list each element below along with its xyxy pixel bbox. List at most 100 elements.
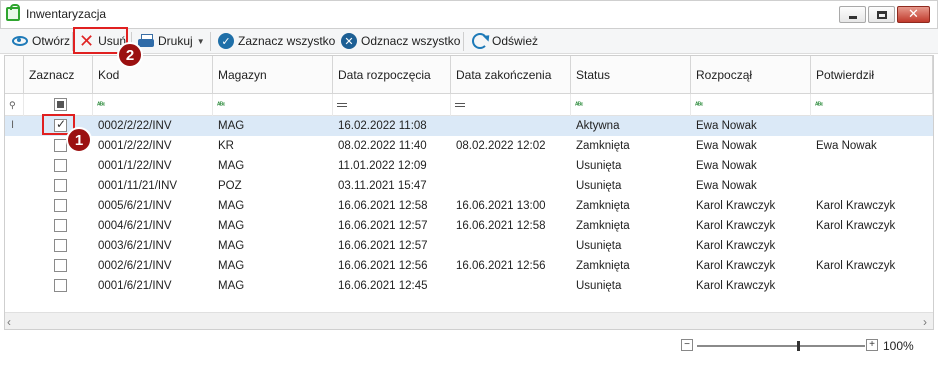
cell-data-zakonczenia: 08.02.2022 12:02: [456, 140, 546, 152]
minimize-icon: [849, 16, 857, 19]
printer-icon: [138, 34, 154, 48]
abc-icon: ᴬᴮᶜ: [695, 101, 703, 109]
select-all-checkbox[interactable]: [54, 98, 67, 111]
horizontal-scrollbar[interactable]: ‹ ›: [5, 312, 933, 329]
cell-potwierdzil: Karol Krawczyk: [816, 220, 896, 232]
cell-magazyn: MAG: [218, 220, 245, 232]
toolbar-divider: [210, 32, 211, 51]
abc-icon: ᴬᴮᶜ: [97, 101, 105, 109]
abc-icon: ᴬᴮᶜ: [815, 101, 823, 109]
row-checkbox[interactable]: [54, 199, 67, 212]
annotation-badge-1: 1: [66, 127, 92, 153]
row-checkbox[interactable]: [54, 279, 67, 292]
zoom-slider-track[interactable]: [697, 345, 865, 347]
zoom-in-button[interactable]: +: [866, 339, 878, 351]
cell-data-rozpoczecia: 16.06.2021 12:57: [338, 220, 428, 232]
pin-icon: ⚲: [9, 99, 16, 110]
cell-potwierdzil: [811, 276, 933, 296]
row-checkbox[interactable]: [54, 219, 67, 232]
cell-rozpoczal: Karol Krawczyk: [696, 240, 776, 252]
cell-data-zakonczenia: [451, 176, 571, 196]
row-checkbox[interactable]: [54, 239, 67, 252]
abc-icon: ᴬᴮᶜ: [217, 101, 225, 109]
grid-header: Zaznacz Kod Magazyn Data rozpoczęcia Dat…: [5, 56, 933, 94]
filter-cell-magazyn[interactable]: ᴬᴮᶜ: [213, 94, 333, 116]
cell-kod: 0001/11/21/INV: [98, 180, 178, 192]
column-header-data-zakonczenia[interactable]: Data zakończenia: [451, 56, 571, 94]
filter-cell-zaznacz[interactable]: [24, 94, 93, 116]
filter-cell-kod[interactable]: ᴬᴮᶜ: [93, 94, 213, 116]
row-checkbox[interactable]: [54, 179, 67, 192]
print-button[interactable]: Drukuj ▼: [136, 29, 205, 53]
row-checkbox[interactable]: [54, 259, 67, 272]
cell-magazyn: MAG: [218, 280, 245, 292]
close-button[interactable]: ✕: [897, 6, 930, 23]
inventory-grid: Zaznacz Kod Magazyn Data rozpoczęcia Dat…: [4, 55, 934, 330]
column-header-rozpoczal[interactable]: Rozpoczął: [691, 56, 811, 94]
filter-cell-status[interactable]: ᴬᴮᶜ: [571, 94, 691, 116]
filter-cell-potwierdzil[interactable]: ᴬᴮᶜ: [811, 94, 933, 116]
select-all-button[interactable]: ✓ Zaznacz wszystko: [216, 29, 335, 53]
table-row[interactable]: 0004/6/21/INV MAG 16.06.2021 12:57 16.06.20…: [5, 216, 933, 236]
minimize-button[interactable]: [839, 6, 866, 23]
cell-magazyn: MAG: [218, 240, 245, 252]
open-button[interactable]: Otwórz: [10, 29, 70, 53]
maximize-button[interactable]: [868, 6, 895, 23]
cell-kod: 0004/6/21/INV: [98, 220, 172, 232]
cell-rozpoczal: Ewa Nowak: [696, 120, 757, 132]
column-header-zaznacz[interactable]: Zaznacz: [24, 56, 93, 94]
scroll-right-icon[interactable]: ›: [923, 315, 927, 329]
table-row[interactable]: 0001/1/22/INV MAG 11.01.2022 12:09 Usunięta…: [5, 156, 933, 176]
cell-data-rozpoczecia: 03.11.2021 15:47: [338, 180, 427, 192]
table-row[interactable]: I 0002/2/22/INV MAG 16.02.2022 11:08 Aktywna…: [5, 116, 933, 136]
cell-status: Usunięta: [576, 160, 622, 172]
column-header-kod[interactable]: Kod: [93, 56, 213, 94]
filter-cell-data-zakonczenia[interactable]: [451, 94, 571, 116]
cell-data-rozpoczecia: 11.01.2022 12:09: [338, 160, 427, 172]
equals-icon: [455, 103, 465, 107]
table-row[interactable]: 0001/2/22/INV KR 08.02.2022 11:40 08.02.202…: [5, 136, 933, 156]
close-icon: ✕: [908, 6, 919, 21]
cell-rozpoczal: Karol Krawczyk: [696, 260, 776, 272]
cell-magazyn: MAG: [218, 160, 245, 172]
cell-status: Aktywna: [576, 120, 620, 132]
cell-status: Zamknięta: [576, 260, 630, 272]
column-header-data-rozpoczecia[interactable]: Data rozpoczęcia: [333, 56, 451, 94]
cell-magazyn: MAG: [218, 260, 245, 272]
annotation-badge-2: 2: [117, 42, 143, 68]
cell-rozpoczal: Karol Krawczyk: [696, 220, 776, 232]
cell-potwierdzil: Karol Krawczyk: [816, 260, 896, 272]
scroll-left-icon[interactable]: ‹: [7, 315, 11, 329]
zoom-slider-thumb[interactable]: [796, 341, 800, 351]
column-header-magazyn[interactable]: Magazyn: [213, 56, 333, 94]
cell-status: Zamknięta: [576, 200, 630, 212]
cell-magazyn: KR: [218, 140, 234, 152]
cell-data-rozpoczecia: 16.06.2021 12:57: [338, 240, 428, 252]
cell-data-zakonczenia: [451, 236, 571, 256]
title-bar: Inwentaryzacja ✕: [0, 0, 938, 29]
cell-magazyn: POZ: [218, 180, 242, 192]
refresh-button[interactable]: Odśwież: [470, 29, 538, 53]
column-header-status[interactable]: Status: [571, 56, 691, 94]
cell-status: Usunięta: [576, 280, 622, 292]
cell-potwierdzil: Ewa Nowak: [816, 140, 877, 152]
filter-row: ⚲ ᴬᴮᶜ ᴬᴮᶜ ᴬᴮᶜ ᴬᴮᶜ ᴬᴮᶜ: [5, 94, 933, 116]
cell-status: Usunięta: [576, 240, 622, 252]
edit-cursor-icon: I: [11, 119, 15, 131]
table-row[interactable]: 0001/6/21/INV MAG 16.06.2021 12:45 Usunięta…: [5, 276, 933, 296]
row-checkbox[interactable]: [54, 159, 67, 172]
deselect-all-button[interactable]: ✕ Odznacz wszystko: [339, 29, 460, 53]
table-row[interactable]: 0003/6/21/INV MAG 16.06.2021 12:57 Usunięta…: [5, 236, 933, 256]
abc-icon: ᴬᴮᶜ: [575, 101, 583, 109]
filter-cell-data-rozpoczecia[interactable]: [333, 94, 451, 116]
cell-data-rozpoczecia: 16.06.2021 12:58: [338, 200, 428, 212]
table-row[interactable]: 0001/11/21/INV POZ 03.11.2021 15:47 Usunięt…: [5, 176, 933, 196]
zoom-out-button[interactable]: −: [681, 339, 693, 351]
window-title: Inwentaryzacja: [26, 7, 107, 21]
table-row[interactable]: 0005/6/21/INV MAG 16.06.2021 12:58 16.06.20…: [5, 196, 933, 216]
table-row[interactable]: 0002/6/21/INV MAG 16.06.2021 12:56 16.06.20…: [5, 256, 933, 276]
cell-data-zakonczenia: [451, 156, 571, 176]
column-header-potwierdzil[interactable]: Potwierdził: [811, 56, 933, 94]
filter-cell-rozpoczal[interactable]: ᴬᴮᶜ: [691, 94, 811, 116]
equals-icon: [337, 103, 347, 107]
